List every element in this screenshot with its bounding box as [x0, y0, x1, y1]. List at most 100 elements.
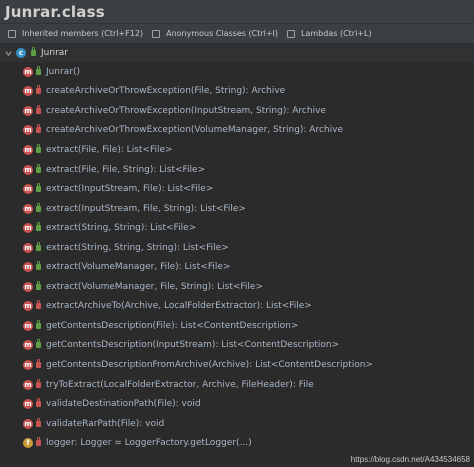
method-icon: m	[23, 301, 33, 312]
method-icon: m	[23, 320, 33, 331]
private-lock-icon	[36, 378, 41, 388]
tree-member-item[interactable]: f logger: Logger = LoggerFactory.getLogge…	[0, 433, 474, 453]
method-icon: m	[23, 164, 33, 175]
member-label: logger: Logger = LoggerFactory.getLogger…	[46, 438, 252, 449]
tree-member-item[interactable]: m extract(VolumeManager, File): List<File…	[0, 257, 474, 277]
window-title: Junrar.class	[5, 2, 105, 21]
private-lock-icon	[36, 300, 41, 310]
tree-member-item[interactable]: m extractArchiveTo(Archive, LocalFolderEx…	[0, 297, 474, 317]
public-lock-icon	[36, 183, 41, 193]
title-bar: Junrar.class	[0, 0, 474, 24]
method-icon: m	[23, 125, 33, 136]
inherited-members-checkbox[interactable]: Inherited members (Ctrl+F12)	[8, 29, 143, 38]
checkbox-box[interactable]	[287, 29, 296, 38]
method-icon: m	[23, 184, 33, 195]
private-lock-icon	[36, 104, 41, 114]
public-lock-icon	[36, 280, 41, 290]
tree-member-item[interactable]: m extract(String, String): List<File>	[0, 218, 474, 238]
private-lock-icon	[36, 437, 41, 447]
field-icon: f	[23, 438, 33, 449]
tree-member-item[interactable]: m createArchiveOrThrowException(InputStre…	[0, 101, 474, 121]
member-label: extract(InputStream, File, String): List…	[46, 203, 246, 214]
member-label: createArchiveOrThrowException(VolumeMana…	[46, 125, 343, 136]
tree-root-class[interactable]: c Junrar	[0, 44, 474, 62]
member-label: tryToExtract(LocalFolderExtractor, Archi…	[46, 379, 314, 390]
structure-tree: c Junrar m Junrar() m createArchiveOrThrowE…	[0, 44, 474, 453]
method-icon: m	[23, 203, 33, 214]
private-lock-icon	[36, 85, 41, 95]
method-icon: m	[23, 399, 33, 410]
member-label: extract(VolumeManager, File, String): Li…	[46, 281, 264, 292]
member-list: m Junrar() m createArchiveOrThrowException(…	[0, 62, 474, 453]
tree-member-item[interactable]: m tryToExtract(LocalFolderExtractor, Arch…	[0, 375, 474, 395]
member-label: createArchiveOrThrowException(InputStrea…	[46, 105, 326, 116]
tree-member-item[interactable]: m extract(VolumeManager, File, String): L…	[0, 277, 474, 297]
tree-member-item[interactable]: m extract(File, File): List<File>	[0, 140, 474, 160]
method-icon: m	[23, 340, 33, 351]
public-lock-icon	[36, 339, 41, 349]
method-icon: m	[23, 379, 33, 390]
anonymous-classes-label: Anonymous Classes (Ctrl+I)	[166, 29, 279, 38]
checkbox-box[interactable]	[152, 29, 161, 38]
method-icon: m	[23, 418, 33, 429]
tree-member-item[interactable]: m createArchiveOrThrowException(File, Str…	[0, 82, 474, 102]
member-label: extract(File, File): List<File>	[46, 144, 173, 155]
watermark-text: https://blog.csdn.net/A434534658	[350, 455, 470, 464]
public-lock-icon	[31, 47, 36, 56]
private-lock-icon	[36, 358, 41, 368]
tree-member-item[interactable]: m createArchiveOrThrowException(VolumeMan…	[0, 121, 474, 141]
private-lock-icon	[36, 398, 41, 408]
method-icon: m	[23, 105, 33, 116]
method-icon: m	[23, 86, 33, 97]
chevron-down-icon[interactable]	[5, 50, 12, 57]
member-label: extract(File, File, String): List<File>	[46, 164, 206, 175]
member-label: getContentsDescription(File): List<Conte…	[46, 320, 299, 331]
tree-member-item[interactable]: m extract(String, String, String): List<F…	[0, 238, 474, 258]
anonymous-classes-checkbox[interactable]: Anonymous Classes (Ctrl+I)	[152, 29, 278, 38]
filter-toolbar: Inherited members (Ctrl+F12) Anonymous C…	[0, 24, 474, 44]
root-class-label: Junrar	[41, 48, 68, 58]
tree-member-item[interactable]: m extract(InputStream, File, String): Lis…	[0, 199, 474, 219]
tree-member-item[interactable]: m extract(File, File, String): List<File>	[0, 160, 474, 180]
public-lock-icon	[36, 143, 41, 153]
tree-member-item[interactable]: m getContentsDescription(InputStream): Li…	[0, 336, 474, 356]
tree-member-item[interactable]: m validateDestinationPath(File): void	[0, 394, 474, 414]
member-label: Junrar()	[46, 66, 81, 77]
tree-member-item[interactable]: m validateRarPath(File): void	[0, 414, 474, 434]
method-icon: m	[23, 223, 33, 234]
private-lock-icon	[36, 417, 41, 427]
public-lock-icon	[36, 319, 41, 329]
member-label: getContentsDescription(InputStream): Lis…	[46, 340, 340, 351]
member-label: extractArchiveTo(Archive, LocalFolderExt…	[46, 301, 312, 312]
method-icon: m	[23, 66, 33, 77]
method-icon: m	[23, 359, 33, 370]
public-lock-icon	[36, 65, 41, 75]
public-lock-icon	[36, 241, 41, 251]
member-label: validateDestinationPath(File): void	[46, 399, 201, 410]
member-label: extract(InputStream, File): List<File>	[46, 184, 214, 195]
inherited-members-label: Inherited members (Ctrl+F12)	[22, 29, 144, 38]
tree-member-item[interactable]: m getContentsDescriptionFromArchive(Archi…	[0, 355, 474, 375]
member-label: validateRarPath(File): void	[46, 418, 165, 429]
member-label: extract(String, String, String): List<Fi…	[46, 242, 229, 253]
public-lock-icon	[36, 202, 41, 212]
lambdas-checkbox[interactable]: Lambdas (Ctrl+L)	[287, 29, 372, 38]
public-lock-icon	[36, 261, 41, 271]
member-label: extract(VolumeManager, File): List<File>	[46, 262, 231, 273]
public-lock-icon	[36, 163, 41, 173]
method-icon: m	[23, 281, 33, 292]
method-icon: m	[23, 242, 33, 253]
tree-member-item[interactable]: m extract(InputStream, File): List<File>	[0, 179, 474, 199]
member-label: extract(String, String): List<File>	[46, 223, 197, 234]
tree-member-item[interactable]: m Junrar()	[0, 62, 474, 82]
method-icon: m	[23, 144, 33, 155]
checkbox-box[interactable]	[8, 29, 16, 38]
private-lock-icon	[36, 124, 41, 134]
member-label: getContentsDescriptionFromArchive(Archiv…	[46, 359, 373, 370]
member-label: createArchiveOrThrowException(File, Stri…	[46, 86, 286, 97]
method-icon: m	[23, 262, 33, 273]
tree-member-item[interactable]: m getContentsDescription(File): List<Cont…	[0, 316, 474, 336]
lambdas-label: Lambdas (Ctrl+L)	[301, 29, 372, 38]
class-icon: c	[16, 48, 26, 58]
public-lock-icon	[36, 222, 41, 232]
